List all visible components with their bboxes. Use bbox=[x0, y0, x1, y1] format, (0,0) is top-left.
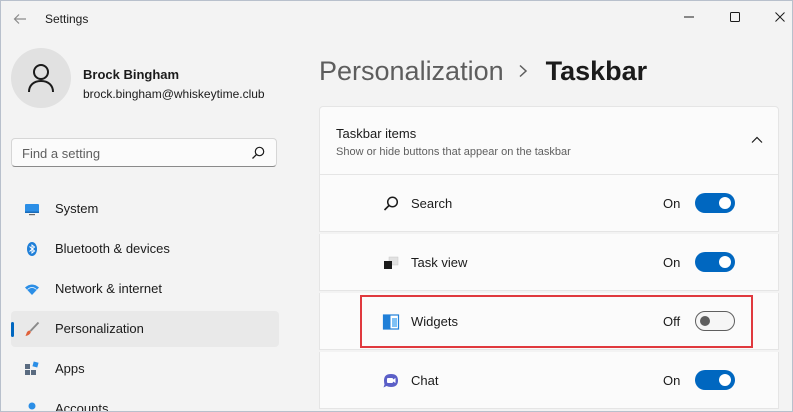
task-view-toggle[interactable] bbox=[695, 252, 735, 272]
back-button[interactable] bbox=[7, 7, 33, 31]
sidebar-item-personalization[interactable]: Personalization bbox=[11, 311, 279, 347]
title-bar: Settings bbox=[1, 1, 792, 37]
taskbar-item-chat: Chat On bbox=[319, 352, 779, 409]
apps-icon bbox=[25, 361, 39, 375]
minimize-icon bbox=[684, 16, 694, 18]
page-title: Taskbar bbox=[545, 55, 648, 86]
sidebar-item-label: System bbox=[55, 201, 99, 216]
sidebar-item-accounts[interactable]: Accounts bbox=[11, 391, 279, 412]
breadcrumb: Personalization Taskbar bbox=[319, 53, 647, 89]
toggle-knob bbox=[719, 256, 731, 268]
user-email: brock.bingham@whiskeytime.club bbox=[83, 87, 265, 101]
row-label: Chat bbox=[411, 373, 439, 388]
user-name: Brock Bingham bbox=[83, 67, 180, 82]
sidebar-item-label: Personalization bbox=[55, 321, 144, 336]
chat-toggle[interactable] bbox=[695, 370, 735, 390]
search-icon[interactable] bbox=[250, 145, 266, 161]
sidebar-item-network[interactable]: Network & internet bbox=[11, 271, 279, 307]
sidebar-item-bluetooth[interactable]: Bluetooth & devices bbox=[11, 231, 279, 267]
toggle-knob bbox=[719, 197, 731, 209]
widgets-toggle[interactable] bbox=[695, 311, 735, 331]
sidebar-item-label: Apps bbox=[55, 361, 85, 376]
back-arrow-icon bbox=[13, 14, 26, 24]
task-view-icon bbox=[384, 256, 399, 269]
sidebar-item-label: Bluetooth & devices bbox=[55, 241, 170, 256]
taskbar-item-widgets: Widgets Off bbox=[319, 293, 779, 350]
sidebar-item-label: Network & internet bbox=[55, 281, 162, 296]
toggle-state-label: On bbox=[663, 196, 681, 211]
avatar[interactable] bbox=[11, 48, 71, 108]
sidebar-item-label: Accounts bbox=[55, 401, 109, 412]
close-icon bbox=[775, 12, 785, 22]
row-label: Task view bbox=[411, 255, 468, 270]
toggle-knob bbox=[719, 374, 731, 386]
toggle-state-label: Off bbox=[663, 314, 681, 329]
settings-window: Settings Brock Bingham brock.bingham@whi… bbox=[0, 0, 793, 412]
person-icon bbox=[28, 64, 54, 93]
app-title: Settings bbox=[45, 12, 89, 26]
sidebar-item-system[interactable]: System bbox=[11, 191, 279, 227]
search-box[interactable] bbox=[11, 138, 277, 167]
breadcrumb-parent[interactable]: Personalization bbox=[319, 56, 504, 87]
widgets-icon bbox=[382, 314, 400, 330]
monitor-icon bbox=[25, 204, 39, 216]
search-input[interactable] bbox=[22, 144, 242, 162]
brush-icon bbox=[25, 321, 40, 336]
row-label: Search bbox=[411, 196, 453, 211]
minimize-button[interactable] bbox=[666, 1, 712, 33]
wifi-icon bbox=[25, 284, 39, 295]
search-toggle[interactable] bbox=[695, 193, 735, 213]
maximize-button[interactable] bbox=[712, 1, 758, 33]
section-subtitle: Show or hide buttons that appear on the … bbox=[336, 146, 571, 158]
search-icon bbox=[383, 196, 399, 211]
taskbar-item-search: Search On bbox=[319, 175, 779, 232]
toggle-knob bbox=[700, 316, 710, 326]
chevron-up-icon[interactable] bbox=[750, 133, 764, 147]
selected-indicator bbox=[11, 322, 14, 337]
sidebar-item-apps[interactable]: Apps bbox=[11, 351, 279, 387]
chat-icon bbox=[383, 374, 398, 388]
close-button[interactable] bbox=[757, 1, 792, 33]
toggle-state-label: On bbox=[663, 255, 681, 270]
row-label: Widgets bbox=[411, 314, 458, 329]
bluetooth-icon bbox=[27, 242, 37, 256]
taskbar-items-header[interactable]: Taskbar items Show or hide buttons that … bbox=[319, 106, 779, 175]
chevron-right-icon bbox=[518, 64, 532, 78]
accounts-icon bbox=[28, 402, 36, 410]
toggle-state-label: On bbox=[663, 373, 681, 388]
maximize-icon bbox=[730, 12, 740, 22]
taskbar-item-task-view: Task view On bbox=[319, 234, 779, 291]
section-title: Taskbar items bbox=[336, 126, 417, 141]
